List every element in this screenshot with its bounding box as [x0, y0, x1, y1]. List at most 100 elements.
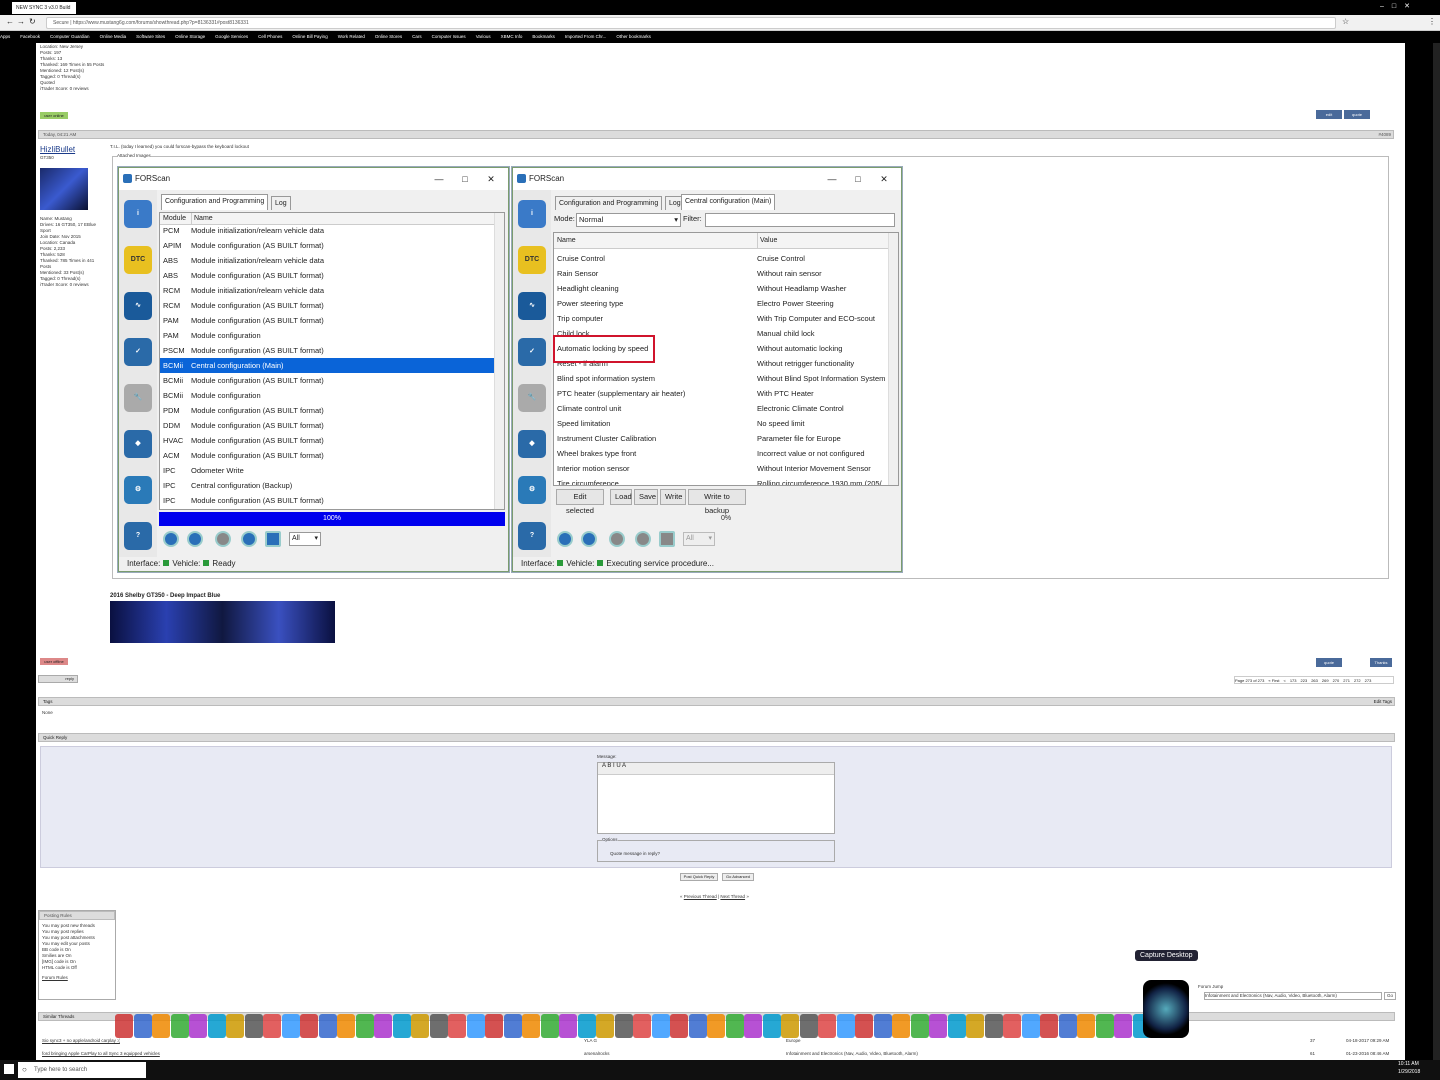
dock-app-icon[interactable]: [392, 1014, 411, 1038]
info-nav-icon[interactable]: i: [518, 200, 546, 228]
module-row[interactable]: HVAC Module configuration (AS BUILT forma…: [160, 433, 494, 448]
bookmark-item[interactable]: Bookmarks: [532, 34, 555, 39]
dock-app-icon[interactable]: [966, 1014, 984, 1038]
forum-rules-link[interactable]: Forum Rules: [42, 975, 112, 981]
parameter-row[interactable]: Trip computer With Trip Computer and ECO-…: [554, 311, 888, 326]
dock-app-icon[interactable]: [115, 1014, 133, 1038]
dock-app-icon[interactable]: [873, 1014, 892, 1038]
help-nav-icon[interactable]: ?: [518, 522, 546, 550]
checklist-nav-icon[interactable]: ✓: [124, 338, 152, 366]
close-icon[interactable]: ✕: [478, 168, 504, 190]
wrench-nav-icon[interactable]: 🔧: [124, 384, 152, 412]
dock-app-icon[interactable]: [836, 1014, 855, 1038]
module-row[interactable]: PAM Module configuration (AS BUILT format…: [160, 313, 494, 328]
page-link[interactable]: 270: [1333, 678, 1340, 683]
similar-thread-link[interactable]: Sio sync3 + no apple/android carplay :(: [42, 1038, 120, 1044]
dock-app-icon[interactable]: [374, 1014, 392, 1038]
taskbar-search[interactable]: Type here to search: [18, 1062, 146, 1078]
dock-app-icon[interactable]: [152, 1014, 170, 1038]
parameter-row[interactable]: Tire circumference Rolling circumference …: [554, 476, 888, 485]
column-name[interactable]: Name: [557, 233, 576, 249]
page-link[interactable]: 273: [1365, 678, 1372, 683]
wrench-nav-icon[interactable]: 🔧: [518, 384, 546, 412]
parameter-row[interactable]: Instrument Cluster Calibration Parameter …: [554, 431, 888, 446]
settings-nav-icon[interactable]: ⚙: [518, 476, 546, 504]
module-row[interactable]: IPC Central configuration (Backup): [160, 478, 494, 493]
page-link[interactable]: « First: [1268, 678, 1279, 683]
dock-app-icon[interactable]: [1058, 1014, 1077, 1038]
tab-configuration-and-programming[interactable]: Configuration and Programming: [161, 194, 269, 210]
post-number[interactable]: #4089: [1378, 131, 1391, 139]
module-row[interactable]: PSCM Module configuration (AS BUILT forma…: [160, 343, 494, 358]
tab-configuration-and-programming[interactable]: Configuration and Programming: [555, 196, 663, 210]
btn-write[interactable]: Write: [660, 489, 686, 505]
module-row[interactable]: PAM Module configuration: [160, 328, 494, 343]
vertical-scrollbar[interactable]: [494, 213, 504, 509]
dock-app-icon[interactable]: [929, 1014, 947, 1038]
dock-app-icon[interactable]: [133, 1014, 152, 1038]
dock-app-icon[interactable]: [207, 1014, 226, 1038]
dock-app-icon[interactable]: [485, 1014, 503, 1038]
message-editor[interactable]: A B I U A: [597, 762, 835, 834]
tab-central-configuration-main-[interactable]: Central configuration (Main): [681, 194, 776, 210]
pagination[interactable]: Page 273 of 273 « First <173 223 263 269 270 27…: [1234, 676, 1394, 684]
column-value[interactable]: Value: [757, 233, 777, 249]
bookmark-item[interactable]: Software Sites: [136, 34, 165, 39]
info-nav-icon[interactable]: i: [124, 200, 152, 228]
dock-app-icon[interactable]: [448, 1014, 466, 1038]
bookmark-item[interactable]: Online Stores: [375, 34, 402, 39]
address-bar[interactable]: Secure | https://www.mustang6g.com/forum…: [46, 17, 1336, 29]
dock-app-icon[interactable]: [762, 1014, 781, 1038]
parameter-row[interactable]: Climate control unit Electronic Climate C…: [554, 401, 888, 416]
module-list[interactable]: Module Name PCM Module initialization/rele…: [159, 212, 505, 510]
module-row[interactable]: ABS Module initialization/relearn vehicle…: [160, 253, 494, 268]
quote-button[interactable]: quote: [1344, 110, 1370, 119]
forward-icon[interactable]: →: [17, 17, 25, 26]
dock-app-icon[interactable]: [170, 1014, 189, 1038]
dock-app-icon[interactable]: [244, 1014, 263, 1038]
module-row[interactable]: BCMii Module configuration: [160, 388, 494, 403]
bookmark-item[interactable]: Computer Guardian: [50, 34, 90, 39]
help-nav-icon[interactable]: ?: [124, 522, 152, 550]
dock-app-icon[interactable]: [226, 1014, 244, 1038]
bookmark-item[interactable]: Google Services: [215, 34, 248, 39]
play-icon[interactable]: [163, 531, 179, 547]
dock-app-icon[interactable]: [1095, 1014, 1114, 1038]
dock-app-icon[interactable]: [318, 1014, 337, 1038]
scrollbar[interactable]: [1433, 43, 1440, 1060]
dtc-nav-icon[interactable]: DTC: [518, 246, 546, 274]
checklist-nav-icon[interactable]: ✓: [518, 338, 546, 366]
bookmark-item[interactable]: XBMC Info: [501, 34, 523, 39]
parameter-row[interactable]: Interior motion sensor Without Interior M…: [554, 461, 888, 476]
parameter-row[interactable]: Power steering type Electro Power Steerin…: [554, 296, 888, 311]
save-icon[interactable]: [659, 531, 675, 547]
dock-app-icon[interactable]: [189, 1014, 207, 1038]
back-icon[interactable]: ←: [6, 17, 14, 26]
stop-icon[interactable]: [187, 531, 203, 547]
btn-edit-selected[interactable]: Edit selected: [556, 489, 604, 515]
load-icon[interactable]: [635, 531, 651, 547]
dock-app-icon[interactable]: [355, 1014, 374, 1038]
parameter-row[interactable]: Cruise Control Cruise Control: [554, 251, 888, 266]
dock-app-icon[interactable]: [411, 1014, 429, 1038]
chip-nav-icon[interactable]: ◆: [124, 430, 152, 458]
parameter-row[interactable]: Blind spot information system Without Bli…: [554, 371, 888, 386]
btn-save[interactable]: Save: [634, 489, 658, 505]
dock-app-icon[interactable]: [892, 1014, 910, 1038]
dock-app-icon[interactable]: [596, 1014, 614, 1038]
dock-app-icon[interactable]: [281, 1014, 300, 1038]
clock-date[interactable]: 1/29/2018: [1398, 1069, 1420, 1075]
window-controls[interactable]: –□✕: [1380, 2, 1418, 10]
settings-nav-icon[interactable]: ⚙: [124, 476, 152, 504]
clock-time[interactable]: 10:11 AM: [1398, 1061, 1419, 1067]
bookmark-item[interactable]: Other bookmarks: [616, 34, 651, 39]
module-row[interactable]: DDM Module configuration (AS BUILT format…: [160, 418, 494, 433]
oscilloscope-nav-icon[interactable]: ∿: [124, 292, 152, 320]
minimize-icon[interactable]: —: [819, 168, 845, 190]
edit-button[interactable]: edit: [1316, 110, 1342, 119]
go-advanced-button[interactable]: Go Advanced: [722, 873, 754, 881]
go-button[interactable]: Go: [1384, 992, 1397, 1000]
maximize-icon[interactable]: □: [452, 168, 478, 190]
page-link[interactable]: 173: [1290, 678, 1297, 683]
module-row[interactable]: RCM Module initialization/relearn vehicle…: [160, 283, 494, 298]
